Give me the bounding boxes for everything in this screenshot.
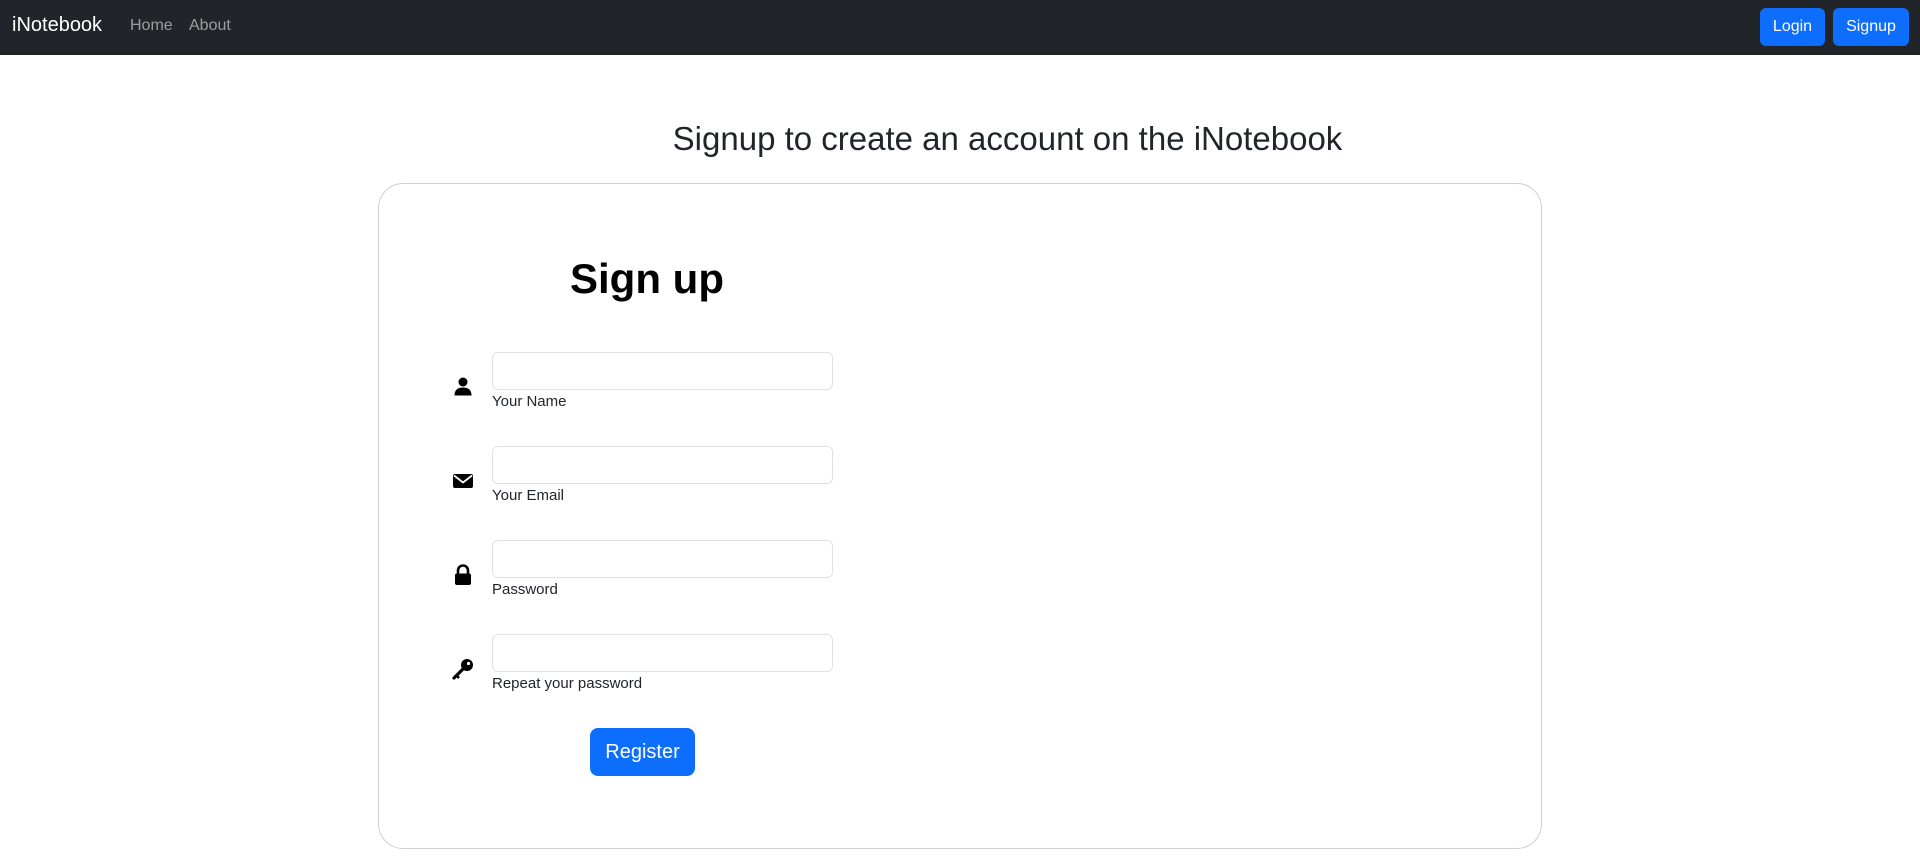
user-icon [452,375,474,397]
signup-button[interactable]: Signup [1833,8,1909,46]
nav-link-home[interactable]: Home [130,17,173,35]
page-heading: Signup to create an account on the iNote… [672,120,1343,157]
lock-icon [452,564,474,586]
password-label: Password [492,581,558,598]
key-icon [452,658,474,680]
password-input[interactable] [492,540,833,578]
navbar: iNotebook Home About Login Signup [0,0,1920,55]
login-button[interactable]: Login [1760,8,1825,46]
name-input[interactable] [492,352,833,390]
email-input[interactable] [492,446,833,484]
signup-card [378,183,1542,849]
nav-link-about[interactable]: About [189,17,231,35]
register-button[interactable]: Register [590,728,695,776]
form-title: Sign up [570,255,724,302]
envelope-icon [452,470,474,492]
name-label: Your Name [492,393,567,410]
email-label: Your Email [492,487,564,504]
brand-logo[interactable]: iNotebook [12,14,102,37]
repeat-password-label: Repeat your password [492,675,643,692]
repeat-password-input[interactable] [492,634,833,672]
